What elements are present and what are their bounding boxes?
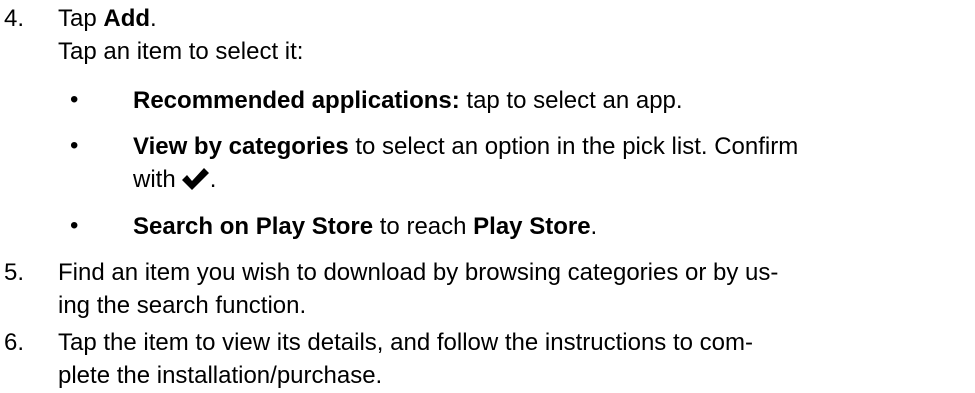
step-text-line: plete the installation/purchase. <box>58 362 383 389</box>
list-item-bold: Search on Play Store <box>133 213 374 240</box>
checkmark-icon <box>181 168 209 190</box>
instruction-document: 4. Tap Add. Tap an item to select it: • … <box>0 0 975 393</box>
list-item-rest: tap to select an app. <box>459 87 683 114</box>
list-item-text: Search on Play Store to reach Play Store… <box>133 210 953 243</box>
list-item-rest: to reach <box>373 213 474 240</box>
list-item-end: . <box>590 213 598 240</box>
bullet-icon: • <box>70 132 79 159</box>
list-item-bold: Recommended applications: <box>133 87 460 114</box>
step-title: Tap Add. <box>58 2 958 35</box>
list-item-text: Recommended applications: tap to select … <box>133 84 953 117</box>
step-intro: Tap an item to select it: <box>58 38 304 65</box>
step-title-bold: Add <box>103 5 151 32</box>
step-title-suffix: . <box>150 5 157 32</box>
step-text-line: ing the search function. <box>58 292 307 319</box>
list-item-text: View by categories to select an option i… <box>133 130 953 196</box>
step-body: Tap Add. Tap an item to select it: <box>58 2 958 68</box>
step-number: 6. <box>4 329 25 356</box>
step-text-line: Find an item you wish to download by bro… <box>58 259 779 286</box>
list-item-rest: to select an option in the pick list. Co… <box>348 133 799 160</box>
bullet-icon: • <box>70 212 79 239</box>
list-item-bold: View by categories <box>133 133 349 160</box>
bullet-icon: • <box>70 86 79 113</box>
list-item-end: . <box>209 166 217 193</box>
step-body: Find an item you wish to download by bro… <box>58 256 958 322</box>
list-item-rest-line2: with <box>133 166 176 193</box>
list-item-bold-2: Play Store <box>473 213 591 240</box>
step-number: 4. <box>4 5 25 32</box>
step-text-line: Tap the item to view its details, and fo… <box>58 329 753 356</box>
step-title-prefix: Tap <box>58 5 104 32</box>
step-body: Tap the item to view its details, and fo… <box>58 326 958 392</box>
step-number: 5. <box>4 259 25 286</box>
